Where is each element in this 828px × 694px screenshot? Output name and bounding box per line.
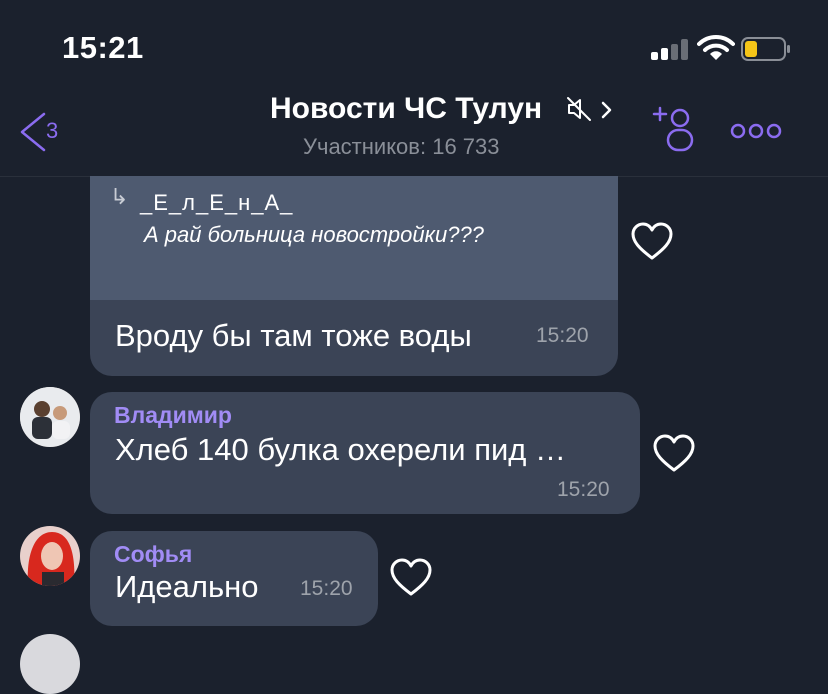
chat-header: 3 Новости ЧС Тулун Участников: 16 733 (0, 92, 828, 177)
reply-text: А рай больница новостройки??? (144, 222, 484, 247)
message-text: Идеально (115, 569, 259, 604)
status-time: 15:21 (62, 30, 144, 65)
message-bubble[interactable]: ↳ _Е_л_Е_н_А_ А рай больница новостройки… (90, 176, 618, 376)
more-options-icon[interactable] (730, 120, 782, 142)
message-time: 15:20 (536, 324, 589, 347)
sender-name[interactable]: Владимир (114, 402, 232, 429)
member-count: Участников: 16 733 (303, 134, 500, 159)
message-time: 15:20 (300, 577, 353, 600)
reply-author: _Е_л_Е_н_А_ (140, 190, 294, 215)
wifi-icon (697, 34, 735, 60)
reply-arrow-icon: ↳ (110, 184, 129, 209)
back-button[interactable]: 3 (18, 110, 68, 154)
add-member-icon[interactable] (652, 104, 698, 154)
chevron-right-icon (601, 101, 612, 119)
muted-icon (567, 97, 591, 121)
avatar[interactable] (20, 526, 80, 586)
avatar[interactable] (20, 387, 80, 447)
reply-quote[interactable]: ↳ _Е_л_Е_н_А_ А рай больница новостройки… (90, 176, 618, 300)
message-text: Вроду бы там тоже воды (115, 318, 472, 353)
chat-title: Новости ЧС Тулун (270, 92, 543, 125)
message-time: 15:20 (557, 478, 610, 501)
sender-name[interactable]: Софья (114, 541, 192, 568)
like-heart-icon[interactable] (652, 434, 696, 474)
battery-icon (741, 37, 790, 61)
unread-count: 3 (46, 118, 59, 143)
message-text: Хлеб 140 булка охерели пид … (115, 432, 566, 467)
cellular-signal-icon (651, 38, 691, 60)
avatar[interactable] (20, 634, 80, 694)
avatar-photo (20, 526, 80, 586)
message-bubble[interactable]: Владимир Хлеб 140 булка охерели пид … 15… (90, 392, 640, 514)
message-bubble[interactable]: Софья Идеально 15:20 (90, 531, 378, 626)
chat-title-area[interactable]: Новости ЧС Тулун Участников: 16 733 (270, 92, 630, 176)
back-chevron-icon (20, 112, 46, 152)
like-heart-icon[interactable] (630, 222, 674, 262)
status-bar: 15:21 (0, 0, 828, 92)
avatar-photo (20, 387, 80, 447)
like-heart-icon[interactable] (389, 558, 433, 598)
